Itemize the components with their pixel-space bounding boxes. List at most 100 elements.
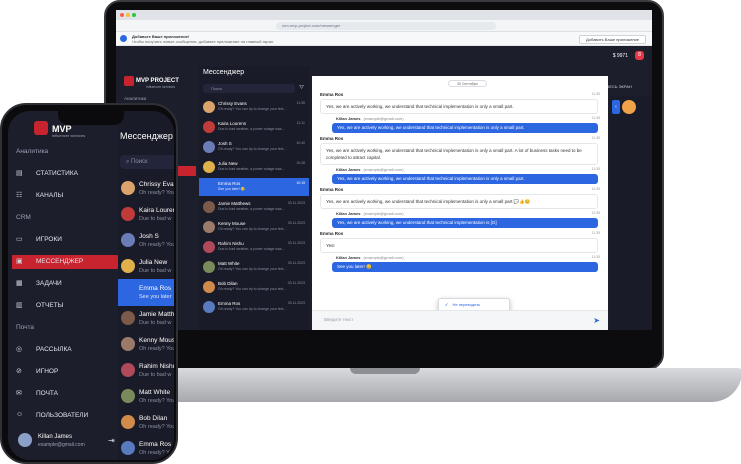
nav-section: Почта [16,324,35,331]
device-mockup-stage: crm.mvp-project.com/messenger Добавьте В… [0,0,741,464]
sidebar-item-reports[interactable]: ▥ ОТЧЕТЫ [16,299,116,313]
chat-list-item[interactable]: Chrissy Evans Oh ready? You c [118,175,174,202]
chat-list-item[interactable]: Julia New Due to bad weather, a power out… [199,158,309,176]
maximize-window-icon[interactable] [132,13,136,17]
outgoing-header: Killan James (example@gmail.com) [332,167,598,172]
sender-email: (example@gmail.com) [363,167,404,172]
outgoing-header: Killan James (example@gmail.com) [332,255,598,260]
filter-icon[interactable]: ⛛ [299,85,304,92]
message-time: 11:35 [591,116,601,120]
phone-brand-subtitle: influencer services [52,133,86,138]
sidebar-item-players[interactable]: ▭ ИГРОКИ [16,233,116,247]
message-time: 11:35 [591,136,601,140]
chat-preview: Due to bad weather, a power outage was..… [218,167,285,171]
chat-list-item[interactable]: Rahim Nishu Due to bad w [118,357,174,384]
avatar [121,337,135,351]
sender-name: Killan James [336,116,361,121]
conversation-panel: 30 Сентября Emma Ros 11:35 Yes, we are act… [312,76,608,330]
url-field[interactable]: crm.mvp-project.com/messenger [276,22,496,30]
sidebar-item-ignore[interactable]: ⊘ ИГНОР [16,365,116,379]
chat-list-item[interactable]: Julia New Due to bad w [118,253,174,280]
mailing-icon: ◎ [16,346,23,353]
avatar [203,201,215,213]
chat-name: Emma Ros [139,285,172,292]
chat-list-item[interactable]: Matt White Oh ready? You c [118,383,174,410]
chat-preview: Due to bad w [139,268,172,274]
tasks-icon: ▦ [16,280,23,287]
chat-list-item[interactable]: Bob Dilan Oh ready? You c [118,409,174,436]
message-time: 11:35 [591,92,601,96]
chat-time: 03.11.2023 [287,201,305,205]
chat-list-item[interactable]: Kaira Lourens Due to bad w [118,201,174,228]
check-icon: ✓ [445,302,450,307]
chat-name: Rahim Nishu [139,363,174,370]
chat-preview: Oh ready? You c [139,424,174,430]
sidebar-item-messenger[interactable]: ▣ МЕССЕНДЖЕР [12,255,118,269]
nav-section: Аналитика [16,148,49,155]
chat-preview: Oh ready? You can try to change your tex… [218,107,287,111]
chat-list-item[interactable]: Josh S Oh ready? You c [118,227,174,254]
chat-list-item[interactable]: Jamie Matthews Due to bad weather, a powe… [199,198,309,216]
chat-list-item[interactable]: Emma Ros Oh ready? You can try to change … [199,298,309,316]
translate-option[interactable]: ✓ Не переводить [445,302,480,307]
avatar [121,233,135,247]
message-time: 11:35 [591,231,601,235]
chat-preview: Due to bad w [139,320,172,326]
chat-preview: Oh ready? You can try to change your tex… [218,307,287,311]
chat-list-item[interactable]: Jamie Matthews Due to bad w [118,305,174,332]
chat-list-item[interactable]: Emma Ros See you later! 😊 10:19 [199,178,309,196]
chat-time: 10:28 [296,161,305,165]
chat-list-item[interactable]: Rahim Nishu Due to bad weather, a power o… [199,238,309,256]
laptop-screen: crm.mvp-project.com/messenger Добавьте В… [116,10,652,330]
sender-email: (example@gmail.com) [363,255,404,260]
avatar [121,181,135,195]
app-icon [120,35,127,42]
add-app-button[interactable]: Добавить Ваше приложение [579,35,646,44]
chat-list-item[interactable]: Kaira Lourens Due to bad weather, a power… [199,118,309,136]
minimize-window-icon[interactable] [126,13,130,17]
brand-subtitle: influencer services [146,85,175,89]
notification-bell-icon[interactable]: 8 [635,51,644,60]
chat-list-item[interactable]: Emma Ros Oh ready? You c [118,435,174,460]
crm-app: $ 9971 8 MVP PROJECT influencer services… [116,46,652,330]
close-window-icon[interactable] [120,13,124,17]
chat-preview: Oh ready? You c [139,450,174,456]
avatar [203,141,215,153]
outgoing-message: Yes, we are actively working, we underst… [332,174,598,184]
messenger-icon: ▣ [16,258,23,265]
chat-list-item[interactable]: Chrissy Evans Oh ready? You can try to ch… [199,98,309,116]
logout-icon[interactable]: ⇥ [108,436,115,445]
balance: $ 9971 [612,53,628,59]
chat-search-input[interactable]: Поиск [203,84,295,93]
chat-preview: Oh ready? You can try to change your tex… [218,267,287,271]
sidebar-item-mailing[interactable]: ◎ РАССЫЛКА [16,343,116,357]
phone-sidebar: MVP influencer services Аналитика ▤ СТАТИС… [8,111,118,460]
chat-list-item[interactable]: Bob Dilan Oh ready? You can try to change… [199,278,309,296]
current-user[interactable]: Killan James example@gmail.com ⇥ [18,431,118,453]
sidebar-item-users[interactable]: ☺ ПОЛЬЗОВАТЕЛИ [16,409,116,423]
chat-list-item[interactable]: Matt White Oh ready? You can try to chang… [199,258,309,276]
chat-list-item[interactable]: Emma Ros See you later [118,279,174,306]
chat-list-item[interactable]: Josh S Oh ready? You can try to change yo… [199,138,309,156]
chat-name: Josh S [218,141,232,146]
sidebar-item-mail[interactable]: ✉ ПОЧТА [16,387,116,401]
chevron-left-icon[interactable]: ‹ [612,100,620,114]
chat-name: Kaira Lourens [139,207,174,214]
send-icon[interactable]: ➤ [593,316,600,325]
sidebar-item-label: МЕССЕНДЖЕР [36,258,84,265]
chat-list-item[interactable]: Kenny Mouse Oh ready? You c [118,331,174,358]
search-placeholder: Поиск [131,159,148,165]
outgoing-header: Killan James (example@gmail.com) [332,116,598,121]
chat-list-item[interactable]: Kenny Mouse Oh ready? You can try to chan… [199,218,309,236]
chat-preview: Due to bad weather, a power outage was..… [218,207,285,211]
message-input[interactable]: Введите текст [324,317,354,322]
phone-search-input[interactable]: ⌕ Поиск [120,155,174,169]
chat-time: 10:19 [296,181,305,185]
sidebar-item-label: ОТЧЕТЫ [36,302,64,309]
chart-icon: ▤ [16,170,23,177]
sidebar-item-channels[interactable]: ☷ КАНАЛЫ [16,189,116,203]
sidebar-item-tasks[interactable]: ▦ ЗАДАЧИ [16,277,116,291]
chat-name: Kenny Mouse [139,337,174,344]
contact-panel: ‹ [610,96,652,330]
sidebar-item-chart[interactable]: ▤ СТАТИСТИКА [16,167,116,181]
